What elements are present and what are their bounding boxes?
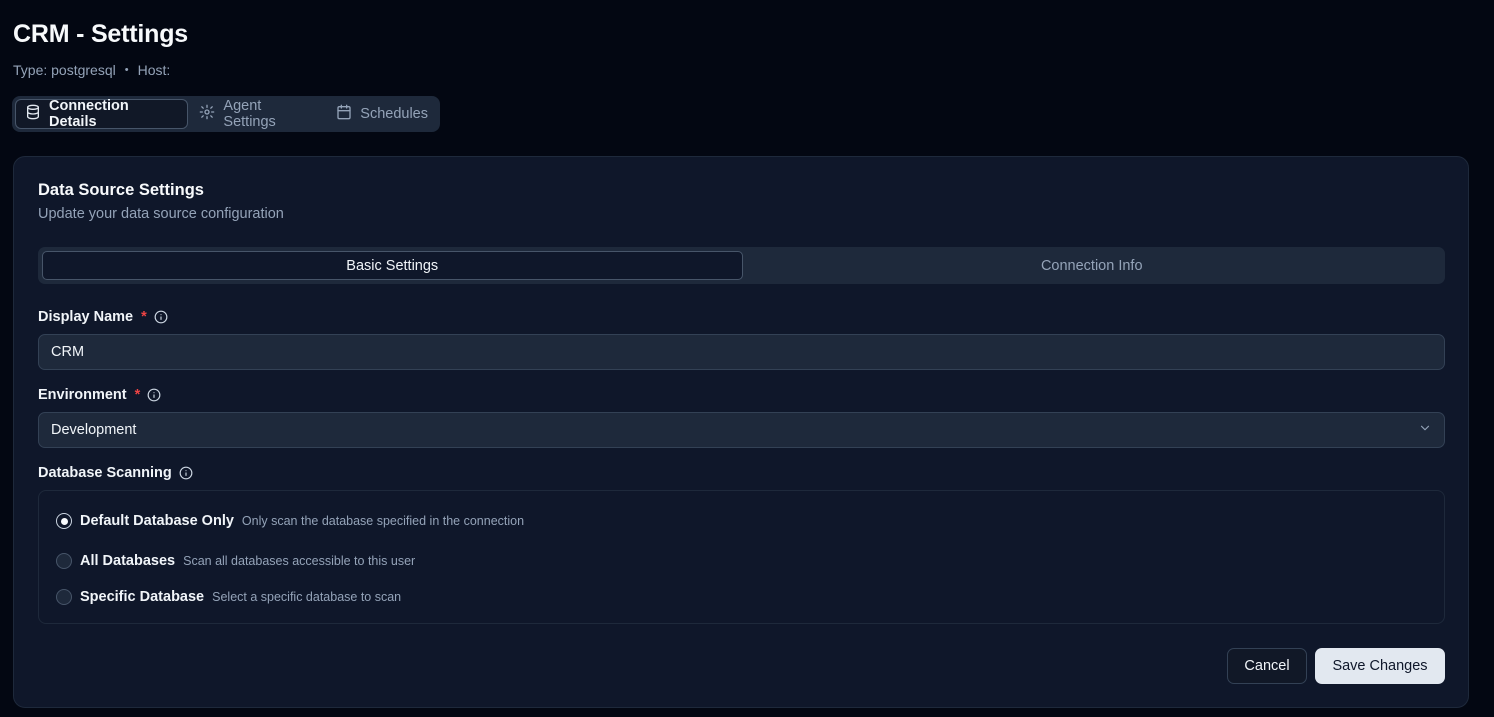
tab-label: Agent Settings [223,98,276,130]
calendar-icon [336,104,352,124]
radio-button[interactable] [56,553,72,569]
settings-tab-bar: Basic Settings Connection Info [38,247,1445,284]
field-label-text: Display Name [38,309,134,325]
info-icon[interactable] [179,466,193,480]
tab-basic-settings[interactable]: Basic Settings [42,251,743,280]
host-label: Host: [137,62,171,78]
environment-select[interactable]: Development [38,412,1445,448]
card-description: Update your data source configuration [38,206,284,222]
radio-specific-database[interactable]: Specific Database Select a specific data… [56,589,401,605]
field-label-text: Database Scanning [38,465,172,481]
environment-label: Environment * [38,387,161,403]
environment-value: Development [51,422,137,438]
display-name-label: Display Name * [38,309,168,325]
field-label-text: Environment [38,387,127,403]
display-name-input[interactable] [38,334,1445,370]
card-title: Data Source Settings [38,181,204,199]
radio-description: Scan all databases accessible to this us… [183,554,416,568]
radio-label: Default Database Only [80,513,234,529]
separator-dot: • [124,64,129,76]
cancel-button[interactable]: Cancel [1227,648,1307,684]
info-icon[interactable] [147,388,161,402]
radio-button[interactable] [56,589,72,605]
database-scanning-label: Database Scanning [38,465,193,481]
tab-schedules[interactable]: Schedules [327,99,437,129]
type-label: Type: postgresql [13,62,116,78]
tab-label: Schedules [360,106,428,122]
radio-description: Select a specific database to scan [212,590,402,604]
save-changes-button[interactable]: Save Changes [1315,648,1445,684]
radio-description: Only scan the database specified in the … [241,514,525,528]
radio-button[interactable] [56,513,72,529]
tab-label: Connection Details [49,98,129,130]
database-scanning-options: Default Database Only Only scan the data… [38,490,1445,624]
radio-label: All Databases [80,553,176,569]
info-icon[interactable] [154,310,168,324]
tab-connection-info[interactable]: Connection Info [743,251,1442,280]
radio-all-databases[interactable]: All Databases Scan all databases accessi… [56,553,415,569]
top-tab-bar: Connection Details Agent Settings Schedu… [12,96,440,132]
chevron-down-icon [1418,421,1432,439]
gear-icon [199,104,215,124]
required-mark: * [141,309,147,325]
database-icon [25,104,41,124]
data-source-settings-card: Data Source Settings Update your data so… [13,156,1469,708]
radio-label: Specific Database [80,589,205,605]
page-subtitle: Type: postgresql • Host: [13,62,170,78]
page-title: CRM - Settings [13,20,188,48]
tab-agent-settings[interactable]: Agent Settings [190,98,325,130]
radio-default-database-only[interactable]: Default Database Only Only scan the data… [56,513,524,529]
tab-connection-details[interactable]: Connection Details [15,98,189,130]
settings-page: CRM - Settings Type: postgresql • Host: … [0,0,1494,717]
required-mark: * [134,387,141,403]
